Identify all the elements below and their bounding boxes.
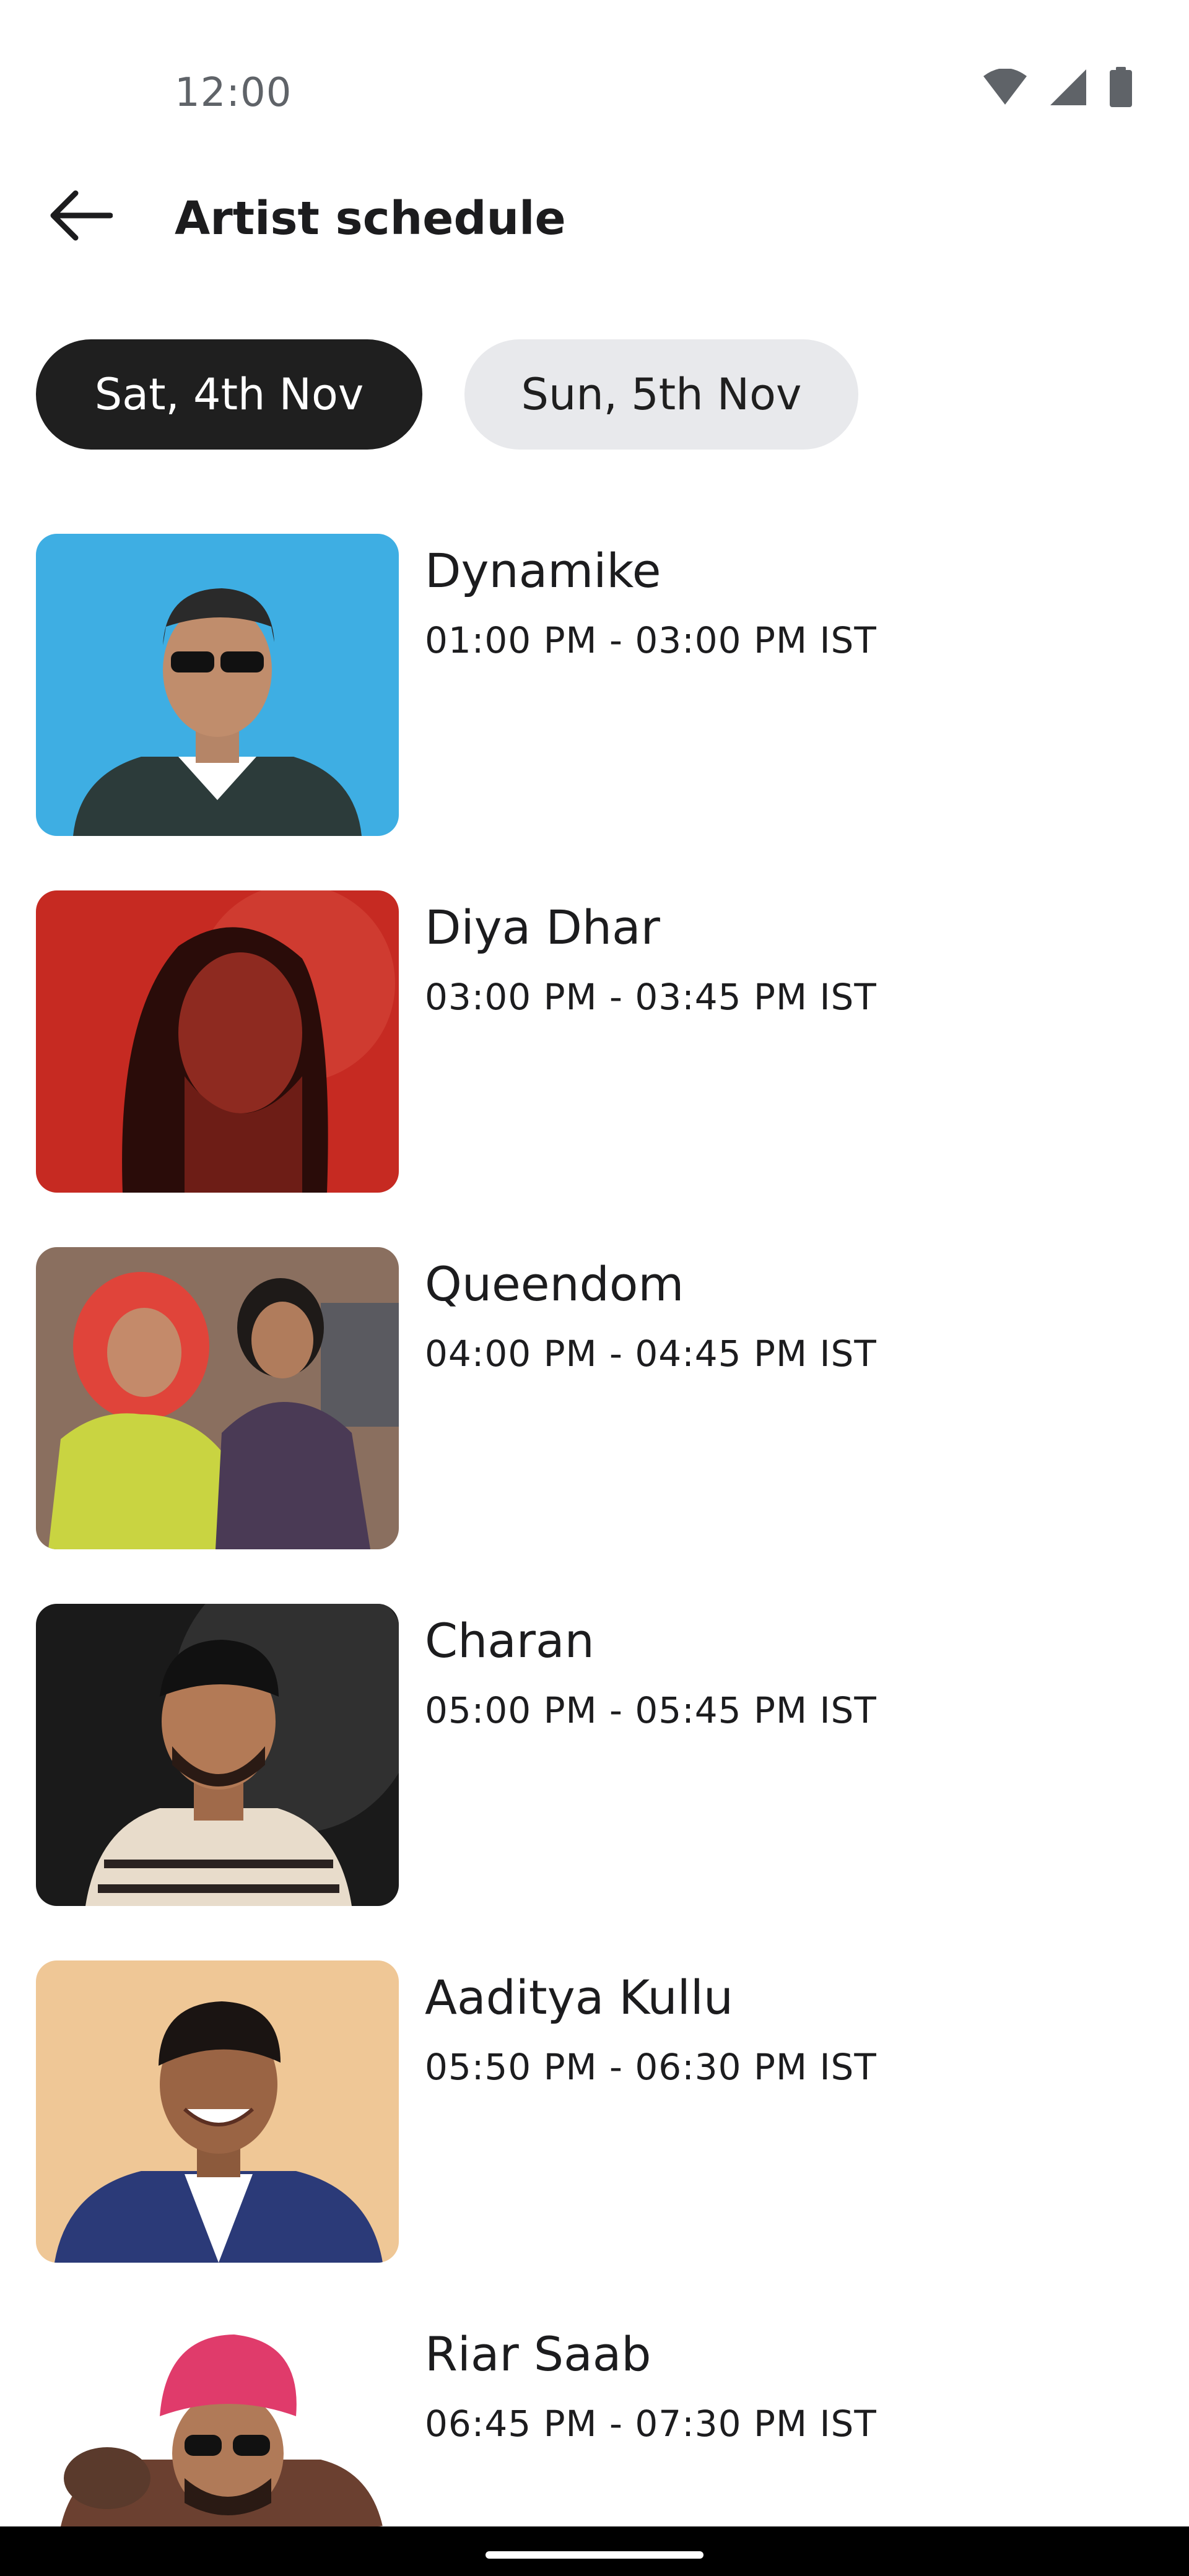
artist-photo — [36, 2317, 399, 2526]
artist-photo — [36, 1247, 399, 1549]
artist-name: Riar Saab — [425, 2326, 651, 2382]
artist-row[interactable]: Queendom 04:00 PM - 04:45 PM IST — [0, 1247, 1189, 1551]
artist-time: 03:00 PM - 03:45 PM IST — [425, 976, 877, 1018]
tab-sun-5th-nov[interactable]: Sun, 5th Nov — [464, 339, 858, 450]
artist-row[interactable]: Aaditya Kullu 05:50 PM - 06:30 PM IST — [0, 1960, 1189, 2264]
artist-name: Aaditya Kullu — [425, 1970, 734, 2025]
artist-photo — [36, 1960, 399, 2263]
artist-time: 05:50 PM - 06:30 PM IST — [425, 2046, 877, 2088]
home-gesture-handle[interactable] — [486, 2551, 703, 2559]
artist-name: Diya Dhar — [425, 900, 660, 955]
artist-name: Dynamike — [425, 543, 661, 598]
status-bar: 12:00 — [0, 0, 1189, 155]
artist-name: Queendom — [425, 1256, 684, 1312]
page-title: Artist schedule — [175, 192, 566, 245]
app-bar: Artist schedule — [0, 155, 1189, 279]
system-nav-bar — [0, 2526, 1189, 2576]
status-icons — [982, 67, 1133, 110]
artist-time: 05:00 PM - 05:45 PM IST — [425, 1689, 877, 1731]
artist-time: 06:45 PM - 07:30 PM IST — [425, 2403, 877, 2445]
wifi-icon — [982, 68, 1028, 108]
artist-photo — [36, 1604, 399, 1906]
artist-row[interactable]: Diya Dhar 03:00 PM - 03:45 PM IST — [0, 890, 1189, 1194]
artist-photo — [36, 890, 399, 1193]
arrow-left-icon — [48, 189, 113, 244]
date-tabs: Sat, 4th Nov Sun, 5th Nov — [36, 339, 858, 450]
artist-time: 01:00 PM - 03:00 PM IST — [425, 619, 877, 661]
artist-row[interactable]: Charan 05:00 PM - 05:45 PM IST — [0, 1604, 1189, 1907]
battery-icon — [1108, 67, 1133, 110]
artist-photo — [36, 534, 399, 836]
tab-sat-4th-nov[interactable]: Sat, 4th Nov — [36, 339, 422, 450]
artist-row[interactable]: Dynamike 01:00 PM - 03:00 PM IST — [0, 534, 1189, 837]
signal-icon — [1049, 68, 1087, 109]
status-time: 12:00 — [175, 70, 292, 116]
artist-name: Charan — [425, 1613, 594, 1668]
back-button[interactable] — [37, 180, 124, 254]
artist-time: 04:00 PM - 04:45 PM IST — [425, 1333, 877, 1375]
